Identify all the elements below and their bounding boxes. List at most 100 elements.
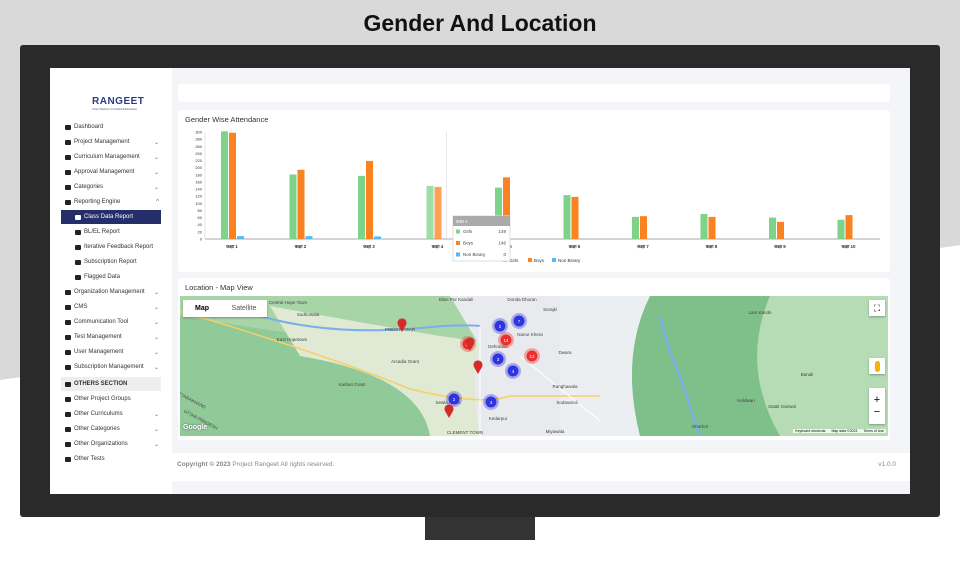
bar-girls [426, 185, 434, 239]
logo: RANGEET Your Partner in Child Education [92, 96, 145, 111]
fullscreen-button[interactable]: ⛶ [869, 300, 885, 316]
map-place-label: Holdwari [737, 398, 755, 403]
cluster-count: 12 [529, 354, 535, 359]
sidebar-item-other-categories[interactable]: Other Categories ⌄ [61, 422, 161, 436]
sidebar-item-label: Iterative Feedback Report [84, 244, 154, 250]
tooltip-series-name: Girls [463, 229, 473, 234]
chevron-down-icon: ⌄ [153, 184, 159, 191]
sidebar-item-class-data-report[interactable]: Class Data Report [61, 210, 161, 224]
legend-label: Non Binary [558, 258, 581, 263]
approval-icon [65, 169, 71, 175]
terms-link[interactable]: Terms of Use [863, 429, 884, 433]
map-tab[interactable]: Map [183, 305, 221, 312]
y-tick-label: 300 [195, 130, 202, 135]
zoom-in-button[interactable]: + [874, 394, 880, 406]
sidebar-item-label: Reporting Engine [74, 199, 121, 205]
sidebar-item-label: Subscription Report [84, 259, 137, 265]
bar-boys [297, 169, 305, 239]
sidebar-item-iterative-feedback-report[interactable]: Iterative Feedback Report [61, 240, 161, 254]
y-tick-label: 0 [200, 237, 203, 242]
bar-girls [289, 174, 297, 239]
sidebar-item-label: Other Categories [74, 426, 120, 432]
bar-non-binary [305, 236, 313, 239]
bar-girls [700, 214, 708, 239]
sidebar-item-reporting-engine[interactable]: Reporting Engine ^ [61, 195, 161, 209]
tooltip-value: 146 [498, 241, 506, 246]
users-icon [65, 349, 71, 355]
sidebar-item-test-management[interactable]: Test Management ⌄ [61, 330, 161, 344]
chart-area-icon [75, 244, 81, 250]
layers-icon [65, 396, 71, 402]
bar-non-binary [374, 236, 381, 239]
bar-girls [837, 219, 845, 239]
sidebar-item-communication-tool[interactable]: Communication Tool ⌄ [61, 315, 161, 329]
chart-card: Gender Wise Attendance 0 20 40 60 80 100 120 14… [178, 110, 890, 272]
zoom-out-button[interactable]: − [874, 406, 880, 418]
sidebar-item-dashboard[interactable]: Dashboard [61, 120, 161, 134]
sidebar-item-label: Curriculum Management [74, 154, 140, 160]
gear-icon [65, 381, 71, 387]
tags-icon [65, 184, 71, 190]
sidebar-item-user-management[interactable]: User Management ⌄ [61, 345, 161, 359]
sidebar-item-label: Other Curriculums [74, 411, 123, 417]
map-place-label: Central Hope Town [269, 300, 308, 305]
sidebar-item-other-project-groups[interactable]: Other Project Groups [61, 392, 161, 406]
sidebar-item-other-curriculums[interactable]: Other Curriculums ⌄ [61, 407, 161, 421]
zoom-control: + − [869, 388, 885, 424]
street-view-button[interactable] [869, 358, 885, 374]
sidebar-item-other-organizations[interactable]: Other Organizations ⌄ [61, 437, 161, 451]
sidebar-item-categories[interactable]: Categories ⌄ [61, 180, 161, 194]
map-place-label: CLEMENT TOWN [447, 430, 483, 435]
chevron-down-icon: ⌄ [153, 426, 159, 433]
keyboard-shortcuts-link[interactable]: Keyboard shortcuts [795, 429, 825, 433]
map-view[interactable]: Central Hope TownBanghiwalaSudhowalaPREM… [180, 296, 888, 436]
cluster-count: 14 [503, 338, 509, 343]
sidebar-item-label: BL/EL Report [84, 229, 120, 235]
map-title: Location - Map View [185, 283, 253, 292]
map-place-label: Donda Dhoran [507, 297, 537, 302]
sidebar-item-label: Other Tests [74, 456, 105, 462]
list-icon [65, 139, 71, 145]
sidebar-item-project-management[interactable]: Project Management ⌄ [61, 135, 161, 149]
chevron-down-icon: ⌄ [153, 139, 159, 146]
sidebar-item-label: Flagged Data [84, 274, 121, 280]
chevron-up-icon: ^ [156, 199, 159, 205]
folder-icon [65, 304, 71, 310]
bar-girls [358, 175, 365, 239]
sidebar-item-flagged-data[interactable]: Flagged Data [61, 270, 161, 284]
x-tick-label: कक्षा 2 [294, 244, 307, 249]
section-label: OTHERS SECTION [74, 381, 128, 387]
map-type-control: Map Satellite [183, 300, 267, 317]
tooltip-series-name: Boys [463, 241, 474, 246]
y-tick-label: 280 [195, 137, 202, 142]
x-tick-label: कक्षा 4 [431, 244, 444, 249]
sidebar-item-other-tests[interactable]: Other Tests [61, 452, 161, 466]
sidebar-item-label: Categories [74, 184, 104, 190]
x-tick-label: कक्षा 8 [705, 244, 718, 249]
satellite-tab[interactable]: Satellite [221, 305, 267, 312]
bar-boys [845, 215, 853, 239]
chevron-down-icon: ⌄ [153, 169, 159, 176]
sidebar-item-subscription-report[interactable]: Subscription Report [61, 255, 161, 269]
test-icon [65, 456, 71, 462]
sidebar-item-bl-el-report[interactable]: BL/EL Report [61, 225, 161, 239]
chevron-down-icon: ⌄ [153, 441, 159, 448]
chart-line-icon [65, 199, 71, 205]
sidebar-item-cms[interactable]: CMS ⌄ [61, 300, 161, 314]
sidebar-item-approval-management[interactable]: Approval Management ⌄ [61, 165, 161, 179]
y-tick-label: 200 [195, 165, 202, 170]
sidebar-item-subscription-management[interactable]: Subscription Management ⌄ [61, 360, 161, 374]
sidebar-item-curriculum-management[interactable]: Curriculum Management ⌄ [61, 150, 161, 164]
sidebar-item-organization-management[interactable]: Organization Management ⌄ [61, 285, 161, 299]
tooltip-series-name: Non Binary [463, 252, 486, 257]
bar-boys [366, 160, 373, 239]
map-place-label: Bilas Pur Kandali [439, 297, 473, 302]
bar-boys [434, 186, 442, 239]
fullscreen-icon: ⛶ [873, 302, 881, 313]
google-logo: Google [183, 424, 208, 431]
y-tick-label: 240 [195, 151, 202, 156]
sidebar-item-label: Class Data Report [84, 214, 134, 220]
version-text: v1.0.0 [878, 461, 896, 468]
chevron-down-icon: ⌄ [153, 289, 159, 296]
map-card: Location - Map View Central Hope TownBan… [178, 278, 890, 440]
